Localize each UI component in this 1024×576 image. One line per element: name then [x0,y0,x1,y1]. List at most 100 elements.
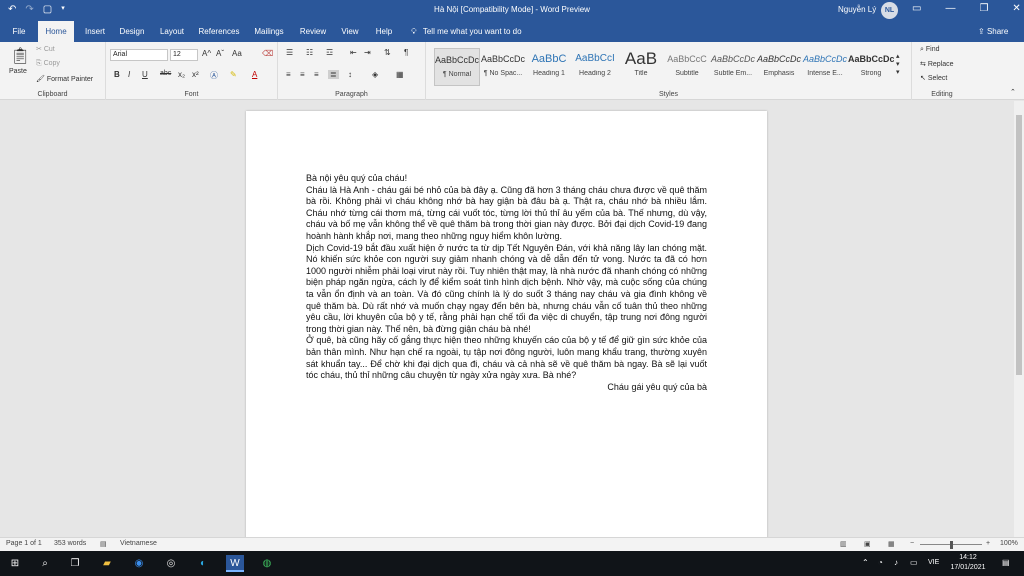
align-left-icon[interactable]: ≡ [286,70,291,79]
start-icon[interactable]: ⊞ [6,555,24,572]
find-button[interactable]: ⌕ Find [920,46,940,54]
chrome-icon[interactable]: ◍ [258,555,276,572]
strikethrough-button[interactable]: abc [160,70,171,77]
clear-formatting-icon[interactable]: ⌫ [262,49,273,58]
ribbon-display-icon[interactable]: ▭ [912,3,921,14]
letter-paragraph-2[interactable]: Dịch Covid-19 bắt đầu xuất hiện ở nước t… [306,243,707,336]
app-icon[interactable]: ◎ [162,555,180,572]
tab-mailings[interactable]: Mailings [249,21,289,42]
bullets-icon[interactable]: ☰ [286,48,293,57]
tab-view[interactable]: View [337,21,363,42]
format-painter-button[interactable]: 🖌︎ Format Painter [36,75,93,83]
document-page[interactable]: Bà nội yêu quý của cháu! Cháu là Hà Anh … [246,111,767,537]
replace-button[interactable]: ⇆ Replace [920,60,954,68]
letter-paragraph-3[interactable]: Ở quê, bà cũng hãy cố gắng thực hiện the… [306,335,707,381]
input-language[interactable]: VIE [928,559,939,566]
tray-chevron-icon[interactable]: ⌃ [862,558,869,567]
numbering-icon[interactable]: ☷ [306,48,313,57]
style-strong[interactable]: AaBbCcDc Strong [848,48,894,86]
underline-button[interactable]: U [142,70,148,79]
decrease-indent-icon[interactable]: ⇤ [350,48,357,57]
notifications-icon[interactable]: ▤ [1002,558,1010,567]
letter-greeting[interactable]: Bà nội yêu quý của cháu! [306,173,707,185]
avatar[interactable]: NL [881,2,898,19]
scrollbar-thumb[interactable] [1016,115,1022,375]
zalo-icon[interactable]: ◉ [130,555,148,572]
document-body[interactable]: Bà nội yêu quý của cháu! Cháu là Hà Anh … [306,173,707,393]
italic-button[interactable]: I [128,70,130,79]
increase-indent-icon[interactable]: ⇥ [364,48,371,57]
justify-icon[interactable]: ≣ [328,70,339,79]
sort-icon[interactable]: ⇅ [384,48,391,57]
search-icon[interactable]: ⌕ [36,555,54,572]
highlight-icon[interactable]: ✎ [230,70,237,79]
edge-icon[interactable]: ◐ [194,555,212,572]
font-name-combo[interactable]: Arial [110,49,168,61]
shrink-font-button[interactable]: Aˇ [216,49,224,58]
tab-home[interactable]: Home [38,21,74,42]
shading-icon[interactable]: ◈ [372,70,378,79]
subscript-button[interactable]: x₂ [178,70,185,79]
letter-signature[interactable]: Cháu gái yêu quý của bà [306,382,707,394]
style-intense-emphasis[interactable]: AaBbCcDc Intense E... [802,48,848,86]
align-right-icon[interactable]: ≡ [314,70,319,79]
tab-references[interactable]: References [196,21,242,42]
cut-button[interactable]: ✂ Cut [36,45,55,53]
volume-icon[interactable]: ♪ [894,558,898,567]
restore-icon[interactable]: ❐ [979,3,988,14]
network-icon[interactable]: ◔ [878,558,883,567]
close-icon[interactable]: ✕ [1012,3,1020,14]
borders-icon[interactable]: ▦ [396,70,404,79]
paste-button[interactable]: Paste [9,68,27,75]
proofing-icon[interactable]: ▤ [100,540,107,548]
paste-icon[interactable]: 📋︎ [10,46,30,66]
zoom-out-icon[interactable]: − [910,540,914,547]
grow-font-button[interactable]: A^ [202,49,211,58]
tab-layout[interactable]: Layout [155,21,189,42]
tab-file[interactable]: File [6,21,32,42]
pilcrow-icon[interactable]: ¶ [404,48,408,57]
style-subtle-emphasis[interactable]: AaBbCcDc Subtle Em... [710,48,756,86]
minimize-icon[interactable]: — [945,3,955,14]
language[interactable]: Vietnamese [120,540,157,547]
style-emphasis[interactable]: AaBbCcDc Emphasis [756,48,802,86]
bold-button[interactable]: B [114,70,120,79]
style-normal[interactable]: AaBbCcDc ¶ Normal [434,48,480,86]
tab-design[interactable]: Design [116,21,148,42]
align-center-icon[interactable]: ≡ [300,70,305,79]
change-case-button[interactable]: Aa [232,49,242,58]
document-area[interactable]: Bà nội yêu quý của cháu! Cháu là Hà Anh … [0,101,1014,537]
styles-scroll-icon[interactable]: ▴ ▾ ▾ [896,52,900,76]
word-count[interactable]: 353 words [54,540,86,547]
line-spacing-icon[interactable]: ↕ [348,70,352,79]
clock[interactable]: 14:12 17/01/2021 [946,553,990,573]
select-button[interactable]: ↖ Select [920,74,947,82]
battery-icon[interactable]: ▭ [910,558,918,567]
style-subtitle[interactable]: AaBbCcC Subtitle [664,48,710,86]
file-explorer-icon[interactable]: ▰ [98,555,116,572]
vertical-scrollbar[interactable] [1014,101,1024,537]
style-heading-1[interactable]: AaBbC Heading 1 [526,48,572,86]
style-heading-2[interactable]: AaBbCcI Heading 2 [572,48,618,86]
letter-paragraph-1[interactable]: Cháu là Hà Anh - cháu gái bé nhỏ của bà … [306,185,707,243]
collapse-ribbon-icon[interactable]: ⌃ [1010,88,1016,96]
tab-review[interactable]: Review [296,21,330,42]
user-name[interactable]: Nguyễn Lý [838,5,876,14]
style-title[interactable]: AaB Title [618,48,664,86]
tab-help[interactable]: Help [370,21,398,42]
read-mode-icon[interactable]: ▥ [840,540,847,548]
page-count[interactable]: Page 1 of 1 [6,540,42,547]
web-layout-icon[interactable]: ▦ [888,540,895,548]
print-layout-icon[interactable]: ▣ [864,540,871,548]
share-button[interactable]: ⇪ Share [978,21,1008,42]
copy-button[interactable]: ⎘ Copy [36,60,60,68]
superscript-button[interactable]: x² [192,70,199,79]
font-size-combo[interactable]: 12 [170,49,198,61]
text-effects-icon[interactable]: Ⓐ [210,70,218,81]
tab-insert[interactable]: Insert [80,21,110,42]
zoom-in-icon[interactable]: + [986,540,990,547]
zoom-level[interactable]: 100% [1000,540,1018,547]
zoom-slider-thumb[interactable] [950,541,953,549]
font-color-button[interactable]: A [252,70,257,79]
task-view-icon[interactable]: ❐ [66,555,84,572]
